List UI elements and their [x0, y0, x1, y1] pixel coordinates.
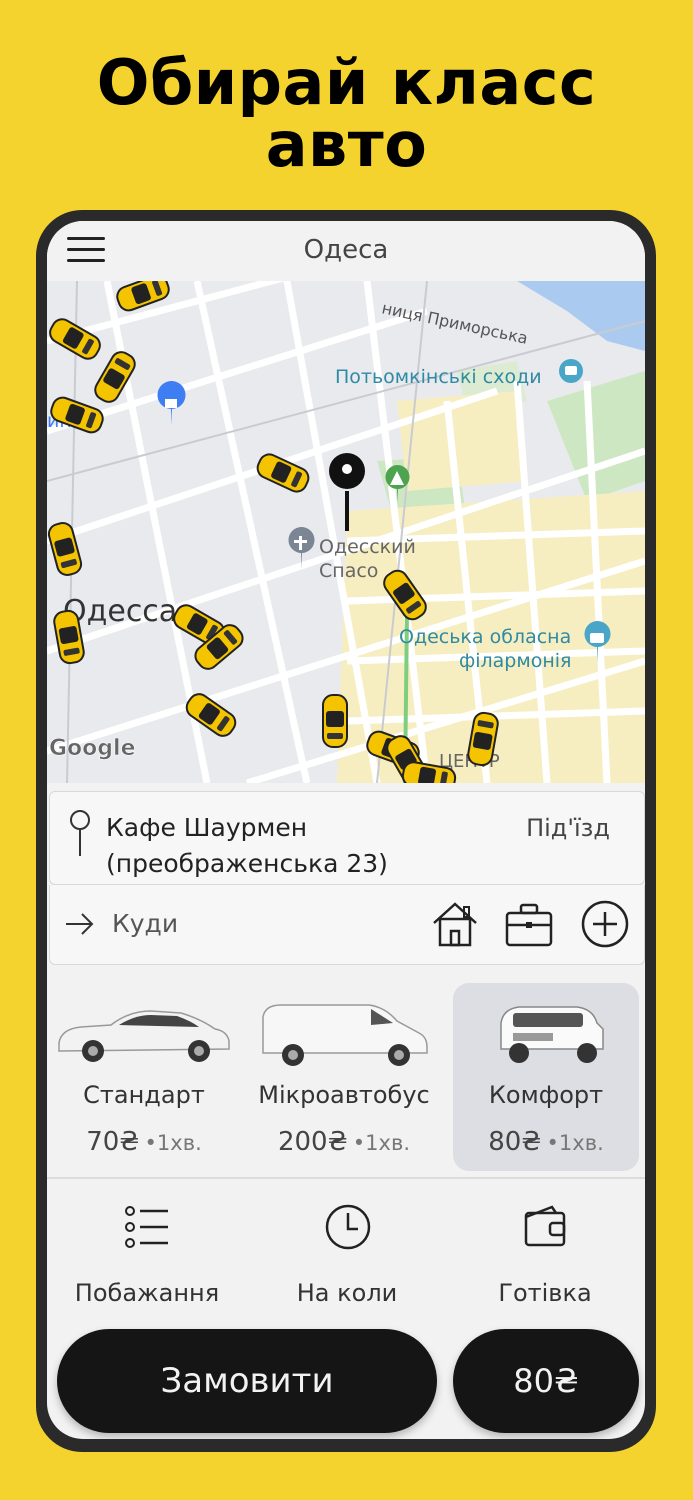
add-stop-plus-icon[interactable]	[580, 899, 630, 949]
order-price-button[interactable]: 80₴	[453, 1329, 639, 1433]
app-screen: Одеса ниця Приморська Потьомкінські сход…	[47, 221, 645, 1439]
destination-placeholder[interactable]: Куди	[112, 909, 178, 938]
city-title: Одеса	[303, 235, 389, 265]
google-logo: Google	[49, 736, 136, 761]
pickup-address-line1: Кафе Шаурмен	[106, 813, 308, 842]
clock-icon	[325, 1204, 371, 1250]
home-icon[interactable]	[430, 899, 480, 949]
class-price-comfort: 80₴ •1хв.	[453, 1127, 639, 1157]
wallet-icon	[524, 1205, 566, 1247]
street-label: ниця Приморська	[380, 298, 529, 348]
phone-frame: Одеса ниця Приморська Потьомкінські сход…	[36, 210, 656, 1452]
stairs-label: Потьомкінські сходи	[335, 366, 542, 388]
payment-label: Готівка	[498, 1279, 592, 1307]
payment-option[interactable]: Готівка	[445, 1181, 645, 1321]
class-eta: •1хв.	[144, 1131, 202, 1155]
market-poi-icon[interactable]	[157, 381, 186, 425]
stairs-poi-icon[interactable]	[559, 359, 583, 383]
pickup-address-text: Кафе Шаурмен (преображенська 23)	[106, 810, 388, 882]
class-card-comfort[interactable]: Комфорт 80₴ •1хв.	[453, 983, 639, 1171]
order-button[interactable]: Замовити	[57, 1329, 437, 1433]
city-map-label: Одесса	[63, 594, 177, 629]
promo-headline: Обирай класс авто	[0, 52, 693, 176]
philharmonic-label-2: філармонія	[459, 650, 571, 672]
list-icon	[125, 1206, 168, 1248]
class-card-standard[interactable]: Стандарт 70₴ •1хв.	[51, 983, 237, 1171]
philharmonic-label-1: Одеська обласна	[399, 626, 571, 648]
schedule-label: На коли	[296, 1279, 398, 1307]
class-name-minibus: Мікроавтобус	[258, 1081, 430, 1109]
schedule-option[interactable]: На коли	[247, 1181, 447, 1321]
class-name-standard: Стандарт	[83, 1081, 205, 1109]
class-price-value: 70₴	[86, 1127, 140, 1157]
map-view[interactable]: ниця Приморська Потьомкінські сходи инок…	[47, 281, 645, 783]
car-class-selector: Стандарт 70₴ •1хв. Мікроавтобус 200₴ •1х…	[47, 973, 645, 1173]
promo-headline-line1: Обирай класс	[96, 46, 597, 119]
arrow-right-icon	[66, 913, 94, 935]
section-divider	[47, 1177, 645, 1179]
location-pin-icon	[70, 810, 90, 856]
wishes-label: Побажання	[74, 1279, 220, 1307]
app-bar: Одеса	[47, 221, 645, 281]
pickup-address-field[interactable]: Кафе Шаурмен (преображенська 23) Під'їзд	[49, 791, 645, 885]
class-price-value: 200₴	[277, 1127, 348, 1157]
order-options: Побажання На коли Готівка	[47, 1181, 645, 1321]
wishes-option[interactable]: Побажання	[47, 1181, 247, 1321]
pickup-address-line2: (преображенська 23)	[106, 849, 388, 878]
class-price-standard: 70₴ •1хв.	[51, 1127, 237, 1157]
church-label-2: Спасо	[319, 560, 378, 582]
entrance-button[interactable]: Під'їзд	[526, 814, 610, 842]
briefcase-icon[interactable]	[504, 901, 554, 949]
class-eta: •1хв.	[352, 1131, 411, 1155]
class-name-comfort: Комфорт	[488, 1081, 604, 1109]
church-label-1: Одесский	[319, 536, 416, 558]
class-card-minibus[interactable]: Мікроавтобус 200₴ •1хв.	[251, 983, 437, 1171]
sedan-car-icon	[58, 1010, 230, 1062]
minibus-car-icon	[262, 1004, 428, 1066]
class-price-minibus: 200₴ •1хв.	[251, 1127, 437, 1157]
class-price-value: 80₴	[488, 1127, 542, 1157]
map-canvas: ниця Приморська Потьомкінські сходи инок…	[47, 281, 645, 783]
class-eta: •1хв.	[546, 1131, 604, 1155]
destination-field[interactable]: Куди	[49, 885, 645, 965]
suv-car-icon	[500, 1006, 604, 1063]
promo-headline-line2: авто	[265, 108, 428, 181]
